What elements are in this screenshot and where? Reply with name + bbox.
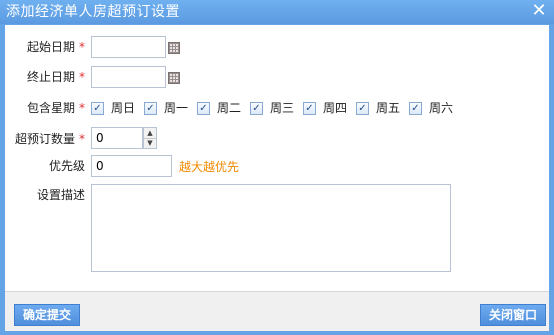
weekday-checkbox[interactable]: ✓	[356, 102, 369, 115]
weekday-label: 周四	[323, 101, 348, 115]
required-mark: *	[79, 40, 85, 54]
weekday-label: 周三	[270, 101, 295, 115]
required-mark: *	[79, 70, 85, 84]
weekday-label: 周五	[376, 101, 401, 115]
weekday-label: 周日	[111, 101, 136, 115]
weekday-label: 周二	[217, 101, 242, 115]
required-mark: *	[79, 132, 85, 146]
start-date-label-text: 起始日期	[26, 40, 75, 54]
start-date-label: 起始日期 *	[5, 39, 85, 55]
end-date-label-text: 终止日期	[26, 70, 75, 84]
dialog-title: 添加经济单人房超预订设置	[6, 4, 180, 20]
weekday-checkbox[interactable]: ✓	[409, 102, 422, 115]
description-textarea[interactable]	[91, 184, 451, 272]
weekday-label: 周六	[429, 101, 454, 115]
overbooking-quantity-input[interactable]	[91, 127, 143, 149]
weekday-checkbox[interactable]: ✓	[144, 102, 157, 115]
overbooking-label-text: 超预订数量	[14, 132, 75, 146]
start-date-input[interactable]	[91, 36, 166, 58]
calendar-icon[interactable]	[168, 72, 180, 84]
end-date-label: 终止日期 *	[5, 69, 85, 85]
priority-hint: 越大越优先	[179, 160, 240, 174]
priority-label: 优先级	[48, 159, 85, 173]
weekday-checkbox[interactable]: ✓	[250, 102, 263, 115]
form-area: 起始日期 * 终止日期 * 包含星期 * ✓ 周日 ✓ 周一 ✓ 周二 ✓ 周三 ✓ 周四 ✓ 周五 ✓ 周六 …	[5, 25, 549, 291]
weekday-checkbox[interactable]: ✓	[197, 102, 210, 115]
submit-button[interactable]: 确定提交	[14, 304, 81, 326]
quantity-stepper[interactable]: ▲ ▼	[143, 127, 157, 149]
close-window-button[interactable]: 关闭窗口	[479, 304, 546, 326]
overbooking-label: 超预订数量 *	[5, 131, 85, 147]
description-label: 设置描述	[36, 188, 85, 202]
weekday-checkbox[interactable]: ✓	[303, 102, 316, 115]
priority-input[interactable]	[91, 155, 172, 177]
close-icon[interactable]: ✕	[530, 2, 548, 20]
title-bar: 添加经济单人房超预订设置 ✕	[0, 0, 554, 24]
end-date-input[interactable]	[91, 66, 166, 88]
dialog-footer: 确定提交 关闭窗口	[5, 291, 549, 331]
weekdays-label-text: 包含星期	[26, 101, 75, 115]
weekday-label: 周一	[164, 101, 189, 115]
stepper-down-icon[interactable]: ▼	[144, 138, 156, 148]
weekday-checkbox[interactable]: ✓	[91, 102, 104, 115]
dialog-window: 添加经济单人房超预订设置 ✕ 起始日期 * 终止日期 * 包含星期 * ✓ 周日 ✓ 周一 ✓…	[0, 0, 554, 335]
required-mark: *	[79, 101, 85, 115]
weekdays-label: 包含星期 *	[5, 100, 85, 116]
calendar-icon[interactable]	[168, 42, 180, 54]
